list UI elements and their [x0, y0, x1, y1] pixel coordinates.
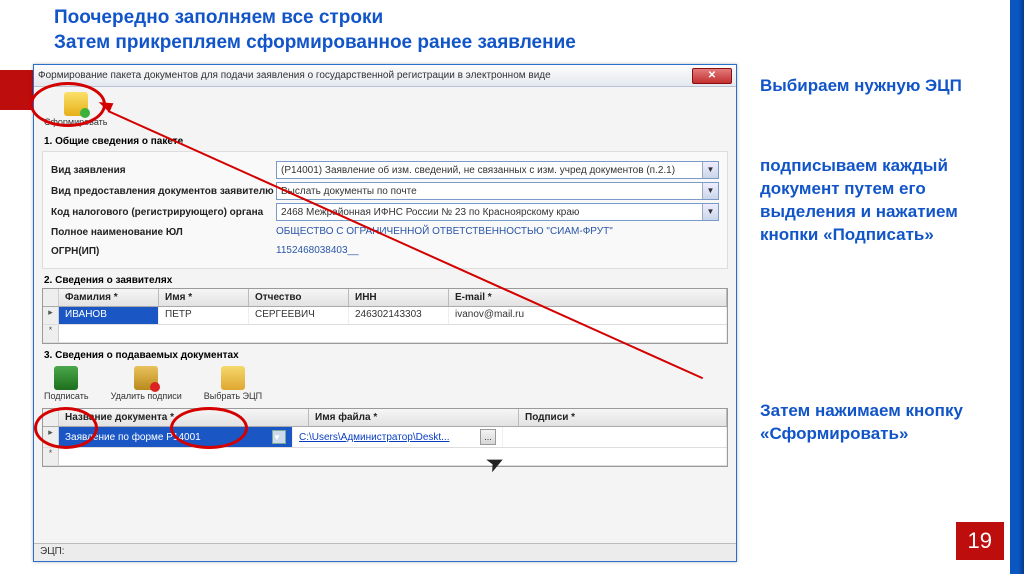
app-type-dropdown[interactable]: (Р14001) Заявление об изм. сведений, не … — [276, 161, 719, 179]
table-row-new[interactable]: * — [43, 325, 727, 343]
cell-sig[interactable] — [503, 427, 727, 447]
instruction-line2: Затем прикрепляем сформированное ранее з… — [54, 31, 576, 56]
col-inn: ИНН — [349, 289, 449, 306]
chevron-down-icon: ▼ — [702, 183, 718, 199]
doc-name: Заявление по форме Р14001 — [65, 432, 272, 443]
cell-fam[interactable]: ИВАНОВ — [59, 307, 159, 324]
side-note-form: Затем нажимаем кнопку «Сформировать» — [760, 400, 1000, 446]
close-button[interactable]: ✕ — [692, 68, 732, 84]
col-doc: Название документа * — [59, 409, 309, 426]
select-icon — [221, 366, 245, 390]
row-marker-new: * — [43, 448, 59, 465]
top-toolbar: Сформировать — [34, 87, 736, 130]
window-title: Формирование пакета документов для подач… — [38, 70, 692, 81]
full-name-label: Полное наименование ЮЛ — [51, 227, 276, 238]
app-type-label: Вид заявления — [51, 165, 276, 176]
section1-title: 1. Общие сведения о пакете — [44, 136, 726, 147]
col-file: Имя файла * — [309, 409, 519, 426]
ogrn-value: 1152468038403__ — [276, 243, 719, 259]
chevron-down-icon: ▼ — [702, 204, 718, 220]
delete-button-label: Удалить подписи — [111, 391, 182, 401]
sign-button-label: Подписать — [44, 391, 89, 401]
full-name-value: ОБЩЕСТВО С ОГРАНИЧЕННОЙ ОТВЕТСТВЕННОСТЬЮ… — [276, 224, 719, 240]
cell-doc[interactable]: Заявление по форме Р14001 ▼ — [59, 427, 293, 447]
empty-cell[interactable] — [59, 448, 727, 465]
grid-header: Фамилия * Имя * Отчество ИНН E-mail * — [43, 289, 727, 307]
col-name: Имя * — [159, 289, 249, 306]
col-sig: Подписи * — [519, 409, 727, 426]
table-row-new[interactable]: * — [43, 448, 727, 466]
cell-email[interactable]: ivanov@mail.ru — [449, 307, 727, 324]
cell-otch[interactable]: СЕРГЕЕВИЧ — [249, 307, 349, 324]
cell-inn[interactable]: 246302143303 — [349, 307, 449, 324]
form-button-label: Сформировать — [44, 117, 107, 127]
instruction-line1: Поочередно заполняем все строки — [54, 6, 576, 31]
side-note-sign: подписываем каждый документ путем его вы… — [760, 155, 1000, 247]
form-button[interactable]: Сформировать — [42, 91, 109, 128]
grid-header: Название документа * Имя файла * Подписи… — [43, 409, 727, 427]
instruction-text: Поочередно заполняем все строки Затем пр… — [54, 6, 576, 55]
table-row[interactable]: ▸ Заявление по форме Р14001 ▼ C:\Users\А… — [43, 427, 727, 448]
row-marker: ▸ — [43, 307, 59, 324]
empty-cell[interactable] — [59, 325, 727, 342]
delivery-dropdown[interactable]: Выслать документы по почте ▼ — [276, 182, 719, 200]
col-otch: Отчество — [249, 289, 349, 306]
page-number: 19 — [956, 522, 1004, 560]
tax-code-value: 2468 Межрайонная ИФНС России № 23 по Кра… — [281, 207, 579, 218]
chevron-down-icon: ▼ — [702, 162, 718, 178]
tax-code-label: Код налогового (регистрирующего) органа — [51, 207, 276, 218]
form-icon — [64, 92, 88, 116]
documents-toolbar: Подписать Удалить подписи Выбрать ЭЦП — [34, 363, 736, 406]
section3-title: 3. Сведения о подаваемых документах — [44, 350, 726, 361]
slide-left-accent — [0, 70, 36, 110]
cell-name[interactable]: ПЕТР — [159, 307, 249, 324]
ogrn-label: ОГРН(ИП) — [51, 246, 276, 257]
side-note-choose: Выбираем нужную ЭЦП — [760, 75, 1000, 98]
table-row[interactable]: ▸ ИВАНОВ ПЕТР СЕРГЕЕВИЧ 246302143303 iva… — [43, 307, 727, 325]
applicants-grid[interactable]: Фамилия * Имя * Отчество ИНН E-mail * ▸ … — [42, 288, 728, 344]
col-fam: Фамилия * — [59, 289, 159, 306]
delete-signatures-button[interactable]: Удалить подписи — [109, 365, 184, 402]
section2-title: 2. Сведения о заявителях — [44, 275, 726, 286]
select-ecp-button[interactable]: Выбрать ЭЦП — [202, 365, 264, 402]
browse-file-button[interactable]: ... — [480, 429, 496, 445]
delivery-label: Вид предоставления документов заявителю — [51, 186, 276, 197]
slide-right-stripe — [1010, 0, 1024, 574]
app-window: Формирование пакета документов для подач… — [33, 64, 737, 562]
row-marker-header — [43, 289, 59, 306]
sign-icon — [54, 366, 78, 390]
file-link[interactable]: C:\Users\Администратор\Deskt... — [299, 432, 478, 443]
tax-code-dropdown[interactable]: 2468 Межрайонная ИФНС России № 23 по Кра… — [276, 203, 719, 221]
app-type-value: (Р14001) Заявление об изм. сведений, не … — [281, 165, 675, 176]
row-marker-header — [43, 409, 59, 426]
status-bar: ЭЦП: — [34, 543, 736, 561]
chevron-down-icon[interactable]: ▼ — [272, 430, 286, 444]
delete-icon — [134, 366, 158, 390]
row-marker: ▸ — [43, 427, 59, 447]
cell-file[interactable]: C:\Users\Администратор\Deskt... ... — [293, 427, 503, 447]
select-button-label: Выбрать ЭЦП — [204, 391, 262, 401]
row-marker-new: * — [43, 325, 59, 342]
section1: Вид заявления (Р14001) Заявление об изм.… — [42, 151, 728, 269]
status-ecp-label: ЭЦП: — [40, 546, 65, 557]
col-email: E-mail * — [449, 289, 727, 306]
titlebar: Формирование пакета документов для подач… — [34, 65, 736, 87]
sign-button[interactable]: Подписать — [42, 365, 91, 402]
documents-grid[interactable]: Название документа * Имя файла * Подписи… — [42, 408, 728, 467]
delivery-value: Выслать документы по почте — [281, 186, 417, 197]
